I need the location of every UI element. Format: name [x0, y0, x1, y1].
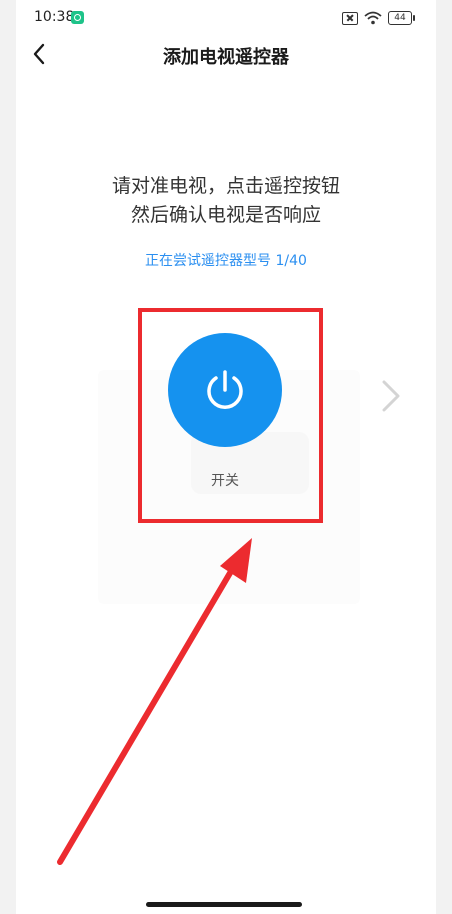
- next-model-button[interactable]: [376, 378, 406, 414]
- instruction-text: 请对准电视，点击遥控按钮 然后确认电视是否响应: [16, 172, 436, 230]
- page-title: 添加电视遥控器: [163, 47, 289, 68]
- nav-bar: 添加电视遥控器: [16, 36, 436, 72]
- status-bar: 10:38 44: [16, 0, 436, 36]
- chevron-right-icon: [382, 380, 400, 412]
- model-status: 正在尝试遥控器型号 1/40: [145, 253, 307, 269]
- annotation-highlight-box: [138, 308, 323, 523]
- instruction-line-1: 请对准电视，点击遥控按钮: [111, 175, 340, 197]
- app-notification-icon: [71, 11, 84, 24]
- status-time: 10:38: [34, 9, 75, 25]
- sim-off-icon: [342, 11, 358, 25]
- instruction-line-2: 然后确认电视是否响应: [130, 204, 321, 226]
- home-indicator[interactable]: [146, 902, 302, 907]
- wifi-icon: [364, 11, 382, 25]
- battery-icon: 44: [388, 11, 415, 25]
- status-icons: 44: [342, 10, 415, 26]
- app-screen: 10:38 44 添加电视遥控器 请对准电视，点击遥控按钮 然后确认电视是否响应…: [16, 0, 436, 914]
